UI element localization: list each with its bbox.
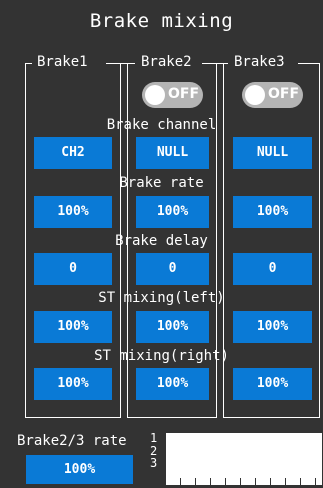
frame-line: [127, 417, 217, 418]
frame-line: [298, 63, 319, 64]
brake3-delay-button[interactable]: 0: [233, 253, 312, 285]
graph-label-1: 1: [150, 431, 158, 445]
graph-tick: [285, 478, 286, 485]
brake3-toggle[interactable]: OFF: [242, 82, 303, 108]
page-title: Brake mixing: [89, 10, 234, 32]
brake2-delay-button[interactable]: 0: [136, 253, 209, 285]
column-header-brake1: Brake1: [37, 54, 88, 70]
graph-y-axis: [165, 433, 166, 486]
brake1-rate-button[interactable]: 100%: [34, 196, 112, 228]
brake23-rate-label: Brake2/3 rate: [17, 433, 127, 449]
graph-tick: [315, 478, 316, 485]
graph-tick: [225, 478, 226, 485]
brake1-st-right-button[interactable]: 100%: [34, 368, 112, 400]
graph-tick: [195, 478, 196, 485]
toggle-knob: [245, 85, 265, 105]
graph-tick: [210, 478, 211, 485]
brake1-st-left-button[interactable]: 100%: [34, 311, 112, 343]
toggle-label: OFF: [268, 86, 300, 102]
brake2-channel-button[interactable]: NULL: [136, 137, 209, 169]
column-header-brake2: Brake2: [141, 54, 192, 70]
brake1-channel-button[interactable]: CH2: [34, 137, 112, 169]
toggle-knob: [145, 85, 165, 105]
brake3-st-left-button[interactable]: 100%: [233, 311, 312, 343]
row-label-st-mixing-left: ST mixing(left): [98, 290, 225, 306]
graph-tick: [255, 478, 256, 485]
graph-tick: [300, 478, 301, 485]
row-label-brake-delay: Brake delay: [115, 233, 208, 249]
brake2-st-left-button[interactable]: 100%: [136, 311, 209, 343]
brake3-st-right-button[interactable]: 100%: [233, 368, 312, 400]
brake3-rate-button[interactable]: 100%: [233, 196, 312, 228]
frame-line: [202, 63, 228, 64]
brake3-channel-button[interactable]: NULL: [233, 137, 312, 169]
frame-line: [223, 417, 320, 418]
graph-x-axis: [165, 485, 322, 486]
brake2-toggle[interactable]: OFF: [142, 82, 203, 108]
row-label-brake-rate: Brake rate: [119, 175, 204, 191]
toggle-label: OFF: [168, 86, 200, 102]
graph-tick: [240, 478, 241, 485]
graph-label-3: 3: [150, 456, 158, 470]
row-label-st-mixing-right: ST mixing(right): [94, 348, 229, 364]
column-header-brake3: Brake3: [234, 54, 285, 70]
brake23-rate-button[interactable]: 100%: [26, 455, 133, 484]
brake2-st-right-button[interactable]: 100%: [136, 368, 209, 400]
frame-line: [25, 417, 121, 418]
graph-tick: [180, 478, 181, 485]
brake1-delay-button[interactable]: 0: [34, 253, 112, 285]
brake-rate-graph: [165, 433, 322, 486]
brake2-rate-button[interactable]: 100%: [136, 196, 209, 228]
graph-tick: [270, 478, 271, 485]
frame-line: [25, 63, 32, 64]
row-label-brake-channel: Brake channel: [106, 117, 217, 133]
